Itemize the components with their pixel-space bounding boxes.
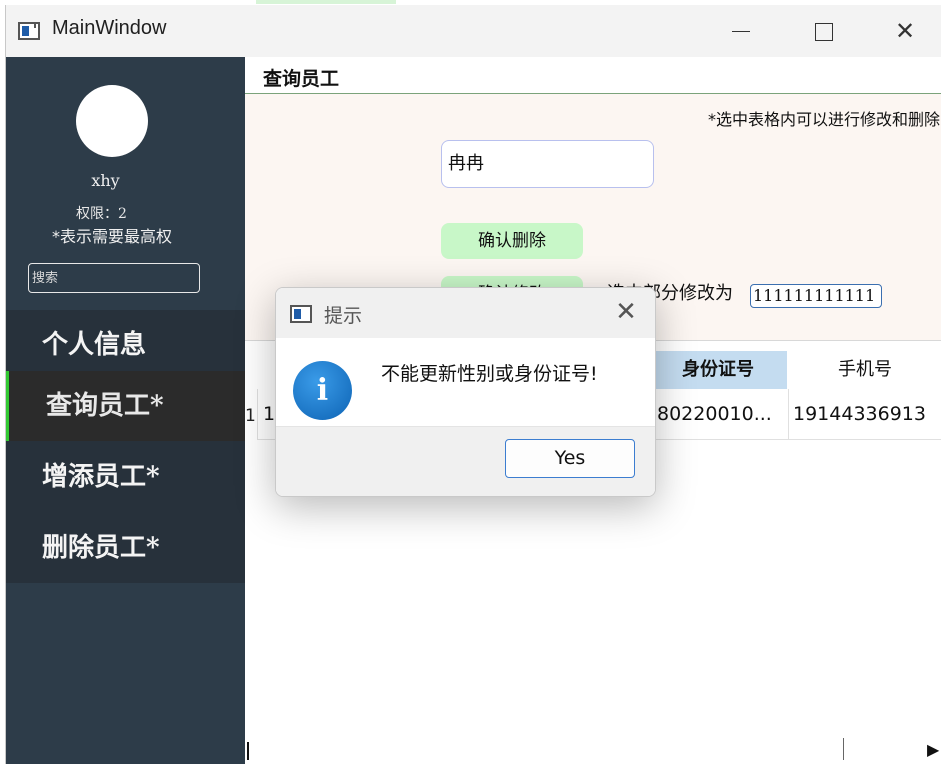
- search-input[interactable]: [28, 263, 200, 293]
- column-header-phone[interactable]: 手机号: [788, 351, 941, 389]
- sidebar-nav: 个人信息 查询员工* 增添员工* 删除员工*: [6, 310, 245, 583]
- table-cell-id-number[interactable]: 80220010...: [657, 389, 787, 439]
- maximize-button[interactable]: [800, 13, 846, 49]
- username: xhy: [91, 171, 120, 190]
- dialog-app-icon: [290, 305, 312, 323]
- app-icon: [18, 22, 40, 40]
- sidebar-item-personal-info[interactable]: 个人信息: [6, 310, 245, 380]
- column-divider: [788, 389, 789, 439]
- permission-level: 权限：2: [76, 206, 127, 222]
- minimize-button[interactable]: [718, 13, 764, 49]
- background-window-edge: [256, 0, 396, 4]
- modify-value-field[interactable]: 111111111111: [750, 284, 882, 308]
- scroll-left-edge[interactable]: [247, 742, 249, 760]
- scroll-thumb-edge[interactable]: [843, 738, 844, 760]
- page-title: 查询员工: [263, 68, 340, 90]
- sidebar-item-delete-employee[interactable]: 删除员工*: [6, 513, 245, 583]
- info-dialog: 提示 ✕ i 不能更新性别或身份证号! Yes: [275, 287, 656, 497]
- dialog-footer: Yes: [276, 426, 655, 496]
- column-divider: [257, 389, 258, 439]
- yes-button[interactable]: Yes: [505, 439, 635, 478]
- name-field[interactable]: 冉冉: [441, 140, 654, 188]
- row-number[interactable]: 1: [245, 391, 257, 441]
- avatar: [76, 85, 148, 157]
- table-cell-phone[interactable]: 19144336913: [793, 389, 941, 439]
- confirm-delete-button[interactable]: 确认删除: [441, 223, 583, 259]
- dialog-title: 提示: [324, 305, 363, 327]
- window-title: MainWindow: [52, 17, 167, 39]
- edit-note: *选中表格内可以进行修改和删除: [707, 110, 940, 129]
- sidebar: xhy 权限：2 *表示需要最高权 个人信息 查询员工* 增添员工* 删除员工*: [6, 57, 245, 764]
- dialog-title-bar[interactable]: 提示 ✕: [276, 288, 655, 338]
- dialog-close-button[interactable]: ✕: [611, 297, 641, 327]
- column-header-id-number[interactable]: 身份证号: [649, 351, 787, 389]
- scroll-right-arrow-icon[interactable]: ▶: [927, 740, 939, 759]
- horizontal-scrollbar[interactable]: ▶: [245, 736, 941, 764]
- sidebar-item-query-employee[interactable]: 查询员工*: [6, 371, 245, 441]
- close-button[interactable]: ✕: [882, 13, 928, 49]
- dialog-body: i 不能更新性别或身份证号!: [276, 338, 655, 426]
- info-icon: i: [293, 361, 352, 420]
- title-bar[interactable]: MainWindow ✕: [6, 5, 941, 57]
- dialog-message: 不能更新性别或身份证号!: [381, 363, 598, 385]
- sidebar-item-add-employee[interactable]: 增添员工*: [6, 442, 245, 512]
- permission-hint: *表示需要最高权: [52, 227, 173, 246]
